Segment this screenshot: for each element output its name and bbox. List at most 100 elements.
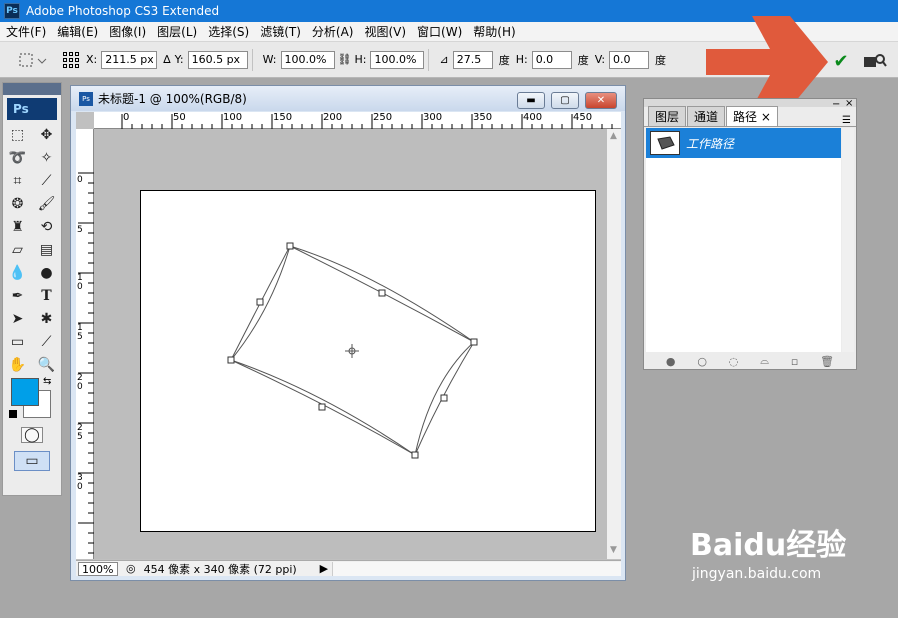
divider bbox=[251, 48, 253, 71]
brush-tool-icon[interactable]: 🖌 bbox=[36, 194, 58, 214]
move-tool-icon[interactable]: ✥ bbox=[36, 125, 58, 145]
lasso-tool-icon[interactable]: ➰ bbox=[7, 148, 29, 168]
minimize-button[interactable]: ▬ bbox=[517, 92, 545, 109]
panel-close-icon[interactable]: × bbox=[845, 98, 853, 109]
history-brush-tool-icon[interactable]: ⟲ bbox=[36, 217, 58, 237]
path-name: 工作路径 bbox=[686, 136, 735, 151]
path-item-work-path[interactable]: 工作路径 bbox=[646, 128, 841, 158]
default-colors-icon[interactable] bbox=[9, 410, 17, 418]
transform-path[interactable] bbox=[141, 191, 597, 533]
status-arrow-icon[interactable]: ▶ bbox=[320, 562, 328, 575]
shape-tool-icon[interactable]: ✱ bbox=[36, 309, 58, 329]
hand-tool-icon[interactable]: ✋ bbox=[7, 355, 29, 375]
scroll-down-icon[interactable]: ▼ bbox=[610, 545, 617, 555]
quick-mask-icon[interactable]: ◯ bbox=[21, 427, 43, 443]
vertical-scrollbar[interactable]: ▲ ▼ bbox=[607, 129, 621, 559]
watermark: Baidu经验 jingyan.baidu.com bbox=[690, 520, 846, 582]
document-window: Ps 未标题-1 @ 100%(RGB/8) ▬ ▢ ✕ 0 50 100 15… bbox=[70, 85, 626, 581]
tab-close-icon[interactable]: × bbox=[761, 110, 771, 124]
pen-tool-icon[interactable]: ✒ bbox=[7, 286, 29, 306]
scroll-up-icon[interactable]: ▲ bbox=[610, 131, 617, 141]
tool-preset-picker[interactable] bbox=[12, 47, 52, 73]
notes-tool-icon[interactable]: ▭ bbox=[7, 332, 29, 352]
horizontal-skew-input[interactable] bbox=[531, 50, 572, 69]
marquee-tool-icon[interactable]: ⬚ bbox=[7, 125, 29, 145]
ps-logo[interactable]: Ps bbox=[7, 98, 57, 120]
maximize-button[interactable]: ▢ bbox=[551, 92, 579, 109]
horizontal-scrollbar[interactable] bbox=[332, 561, 621, 576]
dodge-tool-icon[interactable]: ● bbox=[36, 263, 58, 283]
color-swatches: ⇆ bbox=[3, 376, 61, 422]
panel-menu-icon[interactable]: ☰ bbox=[842, 115, 851, 126]
delete-path-icon[interactable]: 🗑 bbox=[820, 355, 834, 368]
ruler-label: 50 bbox=[173, 112, 186, 123]
path-selection-tool-icon[interactable]: ➤ bbox=[7, 309, 29, 329]
menu-filter[interactable]: 滤镜(T) bbox=[254, 23, 306, 40]
foreground-color-swatch[interactable] bbox=[11, 378, 39, 406]
menu-window[interactable]: 窗口(W) bbox=[411, 23, 467, 40]
photoshop-icon: Ps bbox=[4, 3, 20, 19]
x-position-input[interactable] bbox=[101, 50, 158, 69]
type-tool-icon[interactable]: T bbox=[36, 286, 58, 306]
blur-tool-icon[interactable]: 💧 bbox=[7, 263, 29, 283]
y-position-input[interactable] bbox=[187, 50, 248, 69]
stroke-path-icon[interactable]: ○ bbox=[697, 355, 707, 368]
document-area: 0 50 100 150 200 250 300 350 400 450 0 5… bbox=[76, 112, 621, 576]
width-scale-input[interactable] bbox=[280, 50, 335, 69]
y-label: Y: bbox=[174, 53, 184, 66]
menu-view[interactable]: 视图(V) bbox=[358, 23, 411, 40]
vertical-skew-input[interactable] bbox=[609, 50, 650, 69]
status-menu-icon[interactable]: ◎ bbox=[126, 562, 136, 575]
x-label: X: bbox=[86, 53, 98, 66]
new-path-icon[interactable]: ▫ bbox=[791, 355, 798, 368]
menu-image[interactable]: 图像(I) bbox=[103, 23, 151, 40]
h-label: H: bbox=[354, 53, 367, 66]
canvas[interactable] bbox=[140, 190, 596, 532]
eraser-tool-icon[interactable]: ▱ bbox=[7, 240, 29, 260]
ruler-label: 0 bbox=[123, 112, 130, 123]
rotate-angle-input[interactable] bbox=[452, 50, 493, 69]
relative-position-icon[interactable]: ∆ bbox=[163, 53, 170, 66]
tab-paths[interactable]: 路径 × bbox=[726, 106, 778, 126]
tab-layers[interactable]: 图层 bbox=[648, 106, 687, 126]
ruler-label: 150 bbox=[273, 112, 293, 123]
rotation-center-icon[interactable] bbox=[345, 344, 359, 358]
ruler-label: 1 5 bbox=[77, 323, 83, 342]
vertical-ruler[interactable]: 0 5 1 0 1 5 2 0 2 5 3 0 bbox=[76, 129, 94, 559]
commit-transform-button[interactable]: ✔ bbox=[829, 50, 853, 72]
link-aspect-icon[interactable]: ⛓ bbox=[338, 53, 352, 66]
screen-mode-icon[interactable]: ▭ bbox=[14, 451, 50, 471]
healing-brush-tool-icon[interactable]: ❂ bbox=[7, 194, 29, 214]
magic-wand-tool-icon[interactable]: ✧ bbox=[36, 148, 58, 168]
menu-layer[interactable]: 图层(L) bbox=[151, 23, 202, 40]
toolbox-header[interactable] bbox=[3, 83, 61, 95]
menu-edit[interactable]: 编辑(E) bbox=[51, 23, 103, 40]
fill-path-icon[interactable]: ● bbox=[666, 355, 676, 368]
swap-colors-icon[interactable]: ⇆ bbox=[43, 376, 51, 387]
menu-analysis[interactable]: 分析(A) bbox=[306, 23, 359, 40]
horizontal-ruler[interactable]: 0 50 100 150 200 250 300 350 400 450 bbox=[94, 112, 621, 129]
close-button[interactable]: ✕ bbox=[585, 92, 617, 109]
gradient-tool-icon[interactable]: ▤ bbox=[36, 240, 58, 260]
vertical-ruler-ticks bbox=[78, 172, 94, 554]
reference-point-grid[interactable] bbox=[62, 51, 80, 69]
load-as-selection-icon[interactable]: ◌ bbox=[729, 355, 739, 368]
menu-help[interactable]: 帮助(H) bbox=[467, 23, 520, 40]
height-scale-input[interactable] bbox=[370, 50, 425, 69]
zoom-level-field[interactable]: 100% bbox=[78, 561, 118, 576]
eyedropper-tool-icon[interactable]: ⟋ bbox=[36, 332, 58, 352]
menu-file[interactable]: 文件(F) bbox=[0, 23, 51, 40]
ruler-label: 350 bbox=[473, 112, 493, 123]
ruler-label: 400 bbox=[523, 112, 543, 123]
make-work-path-icon[interactable]: ⌓ bbox=[760, 354, 769, 368]
ruler-label: 200 bbox=[323, 112, 343, 123]
crop-tool-icon[interactable]: ⌗ bbox=[7, 171, 29, 191]
cancel-transform-button[interactable] bbox=[862, 50, 888, 72]
menu-select[interactable]: 选择(S) bbox=[202, 23, 254, 40]
zoom-tool-icon[interactable]: 🔍 bbox=[36, 355, 58, 375]
tab-channels[interactable]: 通道 bbox=[687, 106, 726, 126]
panel-scrollbar[interactable] bbox=[842, 128, 854, 352]
panel-minimize-icon[interactable]: − bbox=[832, 99, 840, 110]
slice-tool-icon[interactable]: ⟋ bbox=[36, 171, 58, 191]
clone-stamp-tool-icon[interactable]: ♜ bbox=[7, 217, 29, 237]
